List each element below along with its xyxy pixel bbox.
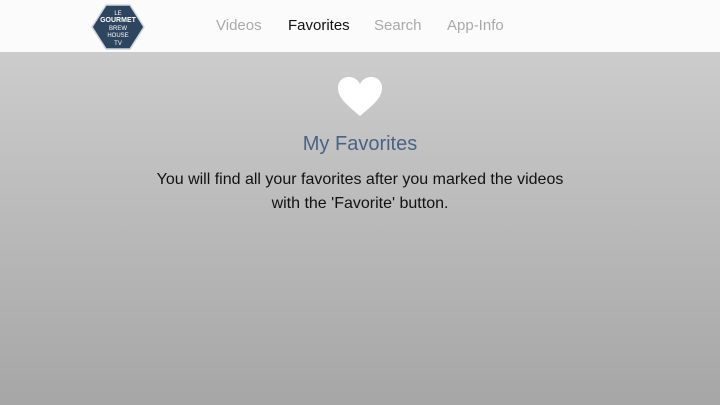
tab-search[interactable]: Search bbox=[374, 17, 422, 35]
top-bar: LE GOURMET BREW HOUSE TV Videos Favorite… bbox=[0, 0, 720, 52]
favorites-page: My Favorites You will find all your favo… bbox=[0, 52, 720, 405]
message-line-1: You will find all your favorites after y… bbox=[156, 171, 564, 188]
tab-app-info[interactable]: App-Info bbox=[447, 17, 504, 35]
empty-state-message: You will find all your favorites after y… bbox=[110, 168, 610, 216]
main-nav: Videos Favorites Search App-Info bbox=[0, 0, 720, 52]
heart-icon bbox=[337, 76, 383, 118]
message-line-2: with the 'Favorite' button. bbox=[271, 195, 449, 212]
page-title: My Favorites bbox=[302, 133, 418, 155]
tab-videos[interactable]: Videos bbox=[216, 17, 262, 35]
tab-favorites[interactable]: Favorites bbox=[288, 17, 350, 35]
